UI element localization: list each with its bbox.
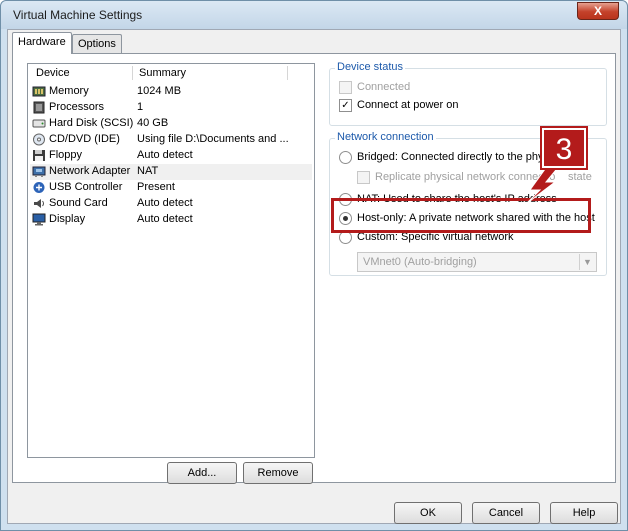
vmnet-select-value: VMnet0 (Auto-bridging) — [363, 256, 477, 268]
checkmark-icon: ✓ — [341, 100, 350, 111]
cancel-button-label: Cancel — [488, 507, 524, 519]
connect-at-power-on-checkbox[interactable]: ✓ — [339, 99, 352, 112]
add-device-button[interactable]: Add... — [167, 462, 237, 484]
device-row-cd-dvd[interactable]: CD/DVD (IDE) Using file D:\Documents and… — [30, 132, 312, 148]
device-row-usb-controller[interactable]: USB Controller Present — [30, 180, 312, 196]
device-status-title: Device status — [335, 61, 406, 73]
add-device-button-label: Add... — [187, 467, 217, 479]
hardware-tab-panel: Device Summary Memory 1024 MB Processors… — [12, 53, 616, 484]
bridged-radio[interactable] — [339, 151, 352, 164]
device-summary: Auto detect — [137, 213, 193, 225]
device-row-memory[interactable]: Memory 1024 MB — [30, 84, 312, 100]
network-adapter-icon — [32, 166, 46, 177]
hard-disk-icon — [32, 119, 46, 128]
device-name: USB Controller — [49, 181, 123, 193]
tab-options[interactable]: Options — [72, 34, 122, 54]
replicate-label: Replicate physical network connectio — [375, 171, 556, 183]
device-name: Display — [49, 213, 86, 225]
device-summary: 1024 MB — [137, 85, 182, 97]
device-list[interactable]: Device Summary Memory 1024 MB Processors… — [27, 63, 315, 458]
device-list-header: Device Summary — [28, 64, 314, 82]
remove-device-button[interactable]: Remove — [243, 462, 313, 484]
device-name: Processors — [49, 101, 105, 113]
cancel-button[interactable]: Cancel — [472, 502, 540, 524]
device-summary: 1 — [137, 101, 144, 113]
column-header-device[interactable]: Device — [36, 67, 70, 79]
ok-button-label: OK — [420, 507, 436, 519]
device-summary: 40 GB — [137, 117, 169, 129]
device-name: Sound Card — [49, 197, 108, 209]
device-summary: Present — [137, 181, 175, 193]
sound-card-icon — [34, 199, 44, 208]
device-row-sound-card[interactable]: Sound Card Auto detect — [30, 196, 312, 212]
tab-options-label: Options — [78, 38, 116, 50]
title-bar[interactable]: Virtual Machine Settings X — [1, 1, 627, 29]
remove-device-button-label: Remove — [257, 467, 299, 479]
device-status-group: Device status Connected ✓ Connect at pow… — [329, 61, 607, 126]
dialog-client-area: Hardware Options Device Summary Memory 1… — [7, 29, 621, 524]
device-row-floppy[interactable]: Floppy Auto detect — [30, 148, 312, 164]
vmnet-select[interactable]: VMnet0 (Auto-bridging) ▼ — [357, 252, 597, 272]
window-title: Virtual Machine Settings — [13, 8, 143, 22]
close-button[interactable]: X — [577, 2, 619, 20]
device-row-network-adapter[interactable]: Network Adapter NAT — [30, 164, 312, 180]
device-name: Floppy — [49, 149, 83, 161]
replicate-checkbox[interactable] — [357, 171, 370, 184]
floppy-icon — [33, 150, 45, 161]
device-row-processors[interactable]: Processors 1 — [30, 100, 312, 116]
device-name: Hard Disk (SCSI) — [49, 117, 134, 129]
device-summary: NAT — [137, 165, 159, 177]
memory-icon — [32, 86, 46, 97]
help-button[interactable]: Help — [550, 502, 618, 524]
column-divider[interactable] — [287, 66, 288, 80]
tab-hardware[interactable]: Hardware — [12, 32, 72, 54]
connected-checkbox[interactable] — [339, 81, 352, 94]
bridged-label: Bridged: Connected directly to the physi… — [357, 151, 557, 163]
device-summary: Auto detect — [137, 149, 193, 161]
tab-hardware-label: Hardware — [18, 36, 66, 48]
device-name: Memory — [49, 85, 89, 97]
column-divider[interactable] — [132, 66, 133, 80]
step-number: 3 — [555, 133, 573, 166]
device-name: Network Adapter — [49, 165, 131, 177]
ok-button[interactable]: OK — [394, 502, 462, 524]
connect-at-power-on-label: Connect at power on — [357, 99, 459, 111]
close-icon: X — [593, 4, 602, 18]
chevron-down-icon[interactable]: ▼ — [579, 254, 595, 270]
processor-icon — [33, 101, 45, 114]
step-number-badge: 3 — [540, 126, 588, 170]
device-row-hard-disk[interactable]: Hard Disk (SCSI) 40 GB — [30, 116, 312, 132]
column-header-summary[interactable]: Summary — [139, 67, 186, 79]
dialog-window: Virtual Machine Settings X Hardware Opti… — [0, 0, 628, 531]
host-only-highlight-box — [331, 198, 591, 233]
help-button-label: Help — [572, 507, 596, 519]
device-name: CD/DVD (IDE) — [49, 133, 120, 145]
device-summary: Using file D:\Documents and ... — [137, 133, 289, 145]
device-row-display[interactable]: Display Auto detect — [30, 212, 312, 228]
replicate-label-suffix: state — [568, 171, 592, 183]
display-icon — [32, 213, 46, 226]
usb-icon — [33, 182, 45, 193]
device-summary: Auto detect — [137, 197, 193, 209]
network-connection-title: Network connection — [335, 131, 436, 143]
connected-label: Connected — [357, 81, 411, 93]
cd-dvd-icon — [33, 133, 45, 146]
